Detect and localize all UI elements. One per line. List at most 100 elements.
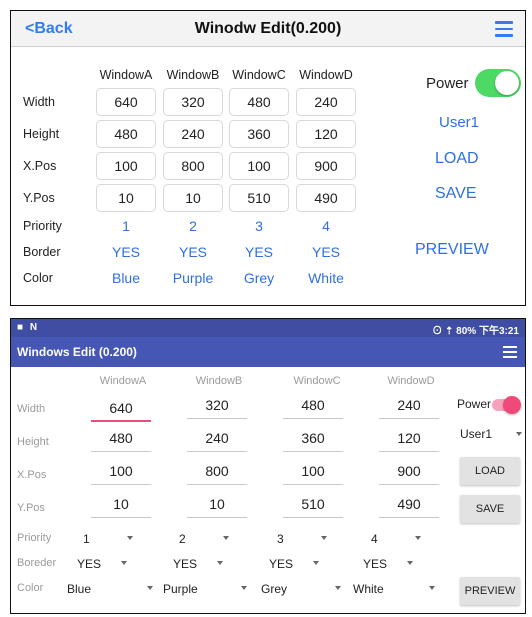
android-priority-c[interactable]: 3 [277,530,357,548]
dropdown-arrow-icon [223,536,229,540]
ios-border-b[interactable]: YES [157,244,229,260]
ios-ypos-d[interactable]: 490 [296,184,356,212]
ios-priority-b[interactable]: 2 [157,218,229,234]
android-priority-d[interactable]: 4 [371,530,451,548]
ios-xpos-a[interactable]: 100 [96,152,156,180]
android-priority-b-value: 2 [179,532,186,546]
ios-xpos-c[interactable]: 100 [229,152,289,180]
android-border-c[interactable]: YES [269,555,349,573]
ios-power-toggle-knob [495,71,519,95]
android-color-b[interactable]: Purple [163,580,259,598]
ios-height-b[interactable]: 240 [163,120,223,148]
dropdown-arrow-icon [241,586,247,590]
ios-ypos-b[interactable]: 10 [163,184,223,212]
dropdown-arrow-icon [313,561,319,565]
android-xpos-b[interactable]: 800 [187,461,247,485]
dropdown-arrow-icon [415,536,421,540]
ios-back-button[interactable]: <Back [25,20,73,38]
android-height-d[interactable]: 120 [379,428,439,452]
ios-width-b[interactable]: 320 [163,88,223,116]
ios-height-a[interactable]: 480 [96,120,156,148]
android-load-button[interactable]: LOAD [460,457,520,485]
ios-save-button[interactable]: SAVE [435,185,477,203]
ios-color-a[interactable]: Blue [90,270,162,286]
ios-power-toggle[interactable] [475,69,521,97]
ios-ypos-c[interactable]: 510 [229,184,289,212]
android-col-header-c: WindowC [293,375,341,387]
android-height-a[interactable]: 480 [91,428,151,452]
android-ypos-b[interactable]: 10 [187,494,247,518]
android-height-b[interactable]: 240 [187,428,247,452]
android-row-label-ypos: Y.Pos [17,502,45,514]
android-priority-d-value: 4 [371,532,378,546]
android-color-c[interactable]: Grey [261,580,357,598]
ios-color-c[interactable]: Grey [223,270,295,286]
android-priority-b[interactable]: 2 [179,530,259,548]
android-color-d[interactable]: White [353,580,449,598]
android-priority-c-value: 3 [277,532,284,546]
android-color-c-value: Grey [261,582,288,596]
dropdown-arrow-icon [429,586,435,590]
android-width-c[interactable]: 480 [283,395,343,419]
ios-border-a[interactable]: YES [90,244,162,260]
ios-row-label-ypos: Y.Pos [23,191,55,205]
android-xpos-d[interactable]: 900 [379,461,439,485]
android-menu-icon[interactable] [503,346,517,358]
android-height-c[interactable]: 360 [283,428,343,452]
android-xpos-c[interactable]: 100 [283,461,343,485]
ios-border-c[interactable]: YES [223,244,295,260]
ios-width-c[interactable]: 480 [229,88,289,116]
android-save-button[interactable]: SAVE [460,495,520,523]
android-border-b[interactable]: YES [173,555,253,573]
ios-navbar: Winodw Edit(0.200) <Back [11,11,525,47]
ios-load-button[interactable]: LOAD [435,150,479,168]
ios-color-b[interactable]: Purple [157,270,229,286]
ios-priority-a[interactable]: 1 [90,218,162,234]
ios-color-d[interactable]: White [290,270,362,286]
ios-border-d[interactable]: YES [290,244,362,260]
android-power-switch[interactable] [492,396,521,414]
ios-priority-d[interactable]: 4 [290,218,362,234]
android-row-label-color: Color [17,582,44,594]
android-window-edit-panel: ■ N ⊙ ⇡ 80% 下午3:21 Windows Edit (0.200) … [10,318,526,614]
ios-row-label-height: Height [23,127,60,141]
ios-height-d[interactable]: 120 [296,120,356,148]
android-ypos-a[interactable]: 10 [91,494,151,518]
ios-preview-button[interactable]: PREVIEW [415,241,489,259]
android-col-header-a: WindowA [99,375,147,387]
ios-ypos-a[interactable]: 10 [96,184,156,212]
android-row-label-border: Boreder [17,557,57,569]
ios-menu-icon[interactable] [495,21,513,37]
android-xpos-a[interactable]: 100 [91,461,151,485]
android-width-a[interactable]: 640 [91,398,151,422]
android-color-d-value: White [353,582,384,596]
ios-xpos-b[interactable]: 800 [163,152,223,180]
android-row-label-priority: Priority [17,532,52,544]
ios-row-label-xpos: X.Pos [23,159,57,173]
android-border-a[interactable]: YES [77,555,157,573]
dropdown-arrow-icon [335,586,341,590]
android-status-icons-left: ■ N [17,322,40,333]
android-user-select[interactable]: User1 [460,427,522,445]
android-width-b[interactable]: 320 [187,395,247,419]
ios-priority-c[interactable]: 3 [223,218,295,234]
android-border-d-value: YES [363,557,388,571]
ios-col-header-a: WindowA [99,68,153,82]
ios-row-label-priority: Priority [23,219,62,233]
android-color-a[interactable]: Blue [67,580,163,598]
android-width-d[interactable]: 240 [379,395,439,419]
android-priority-a[interactable]: 1 [83,530,163,548]
android-color-a-value: Blue [67,582,92,596]
ios-height-c[interactable]: 360 [229,120,289,148]
ios-width-a[interactable]: 640 [96,88,156,116]
android-col-header-d: WindowD [387,375,435,387]
ios-page-title: Winodw Edit(0.200) [194,20,342,37]
android-row-label-height: Height [17,436,49,448]
ios-xpos-d[interactable]: 900 [296,152,356,180]
ios-user-select[interactable]: User1 [439,114,479,131]
android-ypos-d[interactable]: 490 [379,494,439,518]
ios-width-d[interactable]: 240 [296,88,356,116]
android-ypos-c[interactable]: 510 [283,494,343,518]
android-border-d[interactable]: YES [363,555,443,573]
android-preview-button[interactable]: PREVIEW [460,577,520,605]
